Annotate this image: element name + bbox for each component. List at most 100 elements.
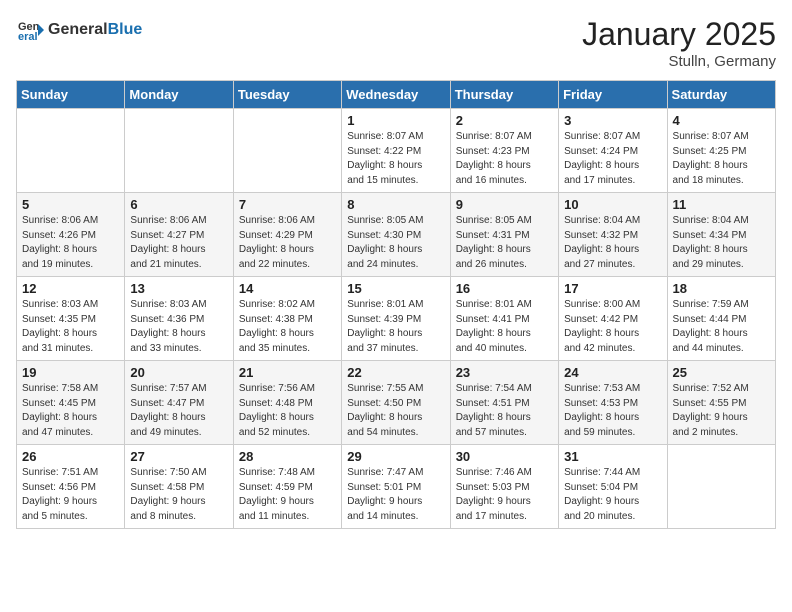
day-number: 11: [673, 197, 770, 212]
day-number: 3: [564, 113, 661, 128]
calendar-cell: 8 Sunrise: 8:05 AM Sunset: 4:30 PM Daylig…: [342, 193, 450, 277]
calendar-cell: 9 Sunrise: 8:05 AM Sunset: 4:31 PM Daylig…: [450, 193, 558, 277]
calendar-cell: 29Sunrise: 7:47 AM Sunset: 5:01 PM Dayli…: [342, 445, 450, 529]
calendar-cell: 5 Sunrise: 8:06 AM Sunset: 4:26 PM Daylig…: [17, 193, 125, 277]
day-header-friday: Friday: [559, 81, 667, 109]
calendar-cell: [233, 109, 341, 193]
calendar-week-2: 5 Sunrise: 8:06 AM Sunset: 4:26 PM Daylig…: [17, 193, 776, 277]
day-info: Sunrise: 7:44 AM Sunset: 5:04 PM Dayligh…: [564, 466, 661, 524]
day-info: Sunrise: 7:59 AM Sunset: 4:44 PM Dayligh…: [673, 298, 770, 356]
day-number: 19: [22, 365, 119, 380]
day-info: Sunrise: 7:52 AM Sunset: 4:55 PM Dayligh…: [673, 382, 770, 440]
day-number: 31: [564, 449, 661, 464]
calendar-cell: [17, 109, 125, 193]
day-info: Sunrise: 8:06 AM Sunset: 4:26 PM Dayligh…: [22, 214, 119, 272]
day-info: Sunrise: 8:03 AM Sunset: 4:35 PM Dayligh…: [22, 298, 119, 356]
calendar-header-row: SundayMondayTuesdayWednesdayThursdayFrid…: [17, 81, 776, 109]
calendar-cell: 1 Sunrise: 8:07 AM Sunset: 4:22 PM Daylig…: [342, 109, 450, 193]
day-number: 7: [239, 197, 336, 212]
logo-general: General: [48, 21, 108, 38]
calendar-cell: 3 Sunrise: 8:07 AM Sunset: 4:24 PM Daylig…: [559, 109, 667, 193]
day-header-sunday: Sunday: [17, 81, 125, 109]
day-number: 26: [22, 449, 119, 464]
calendar-week-5: 26Sunrise: 7:51 AM Sunset: 4:56 PM Dayli…: [17, 445, 776, 529]
calendar-cell: 6Sunrise: 8:06 AM Sunset: 4:27 PM Daylig…: [125, 193, 233, 277]
day-info: Sunrise: 7:57 AM Sunset: 4:47 PM Dayligh…: [130, 382, 227, 440]
day-number: 17: [564, 281, 661, 296]
calendar-cell: 7 Sunrise: 8:06 AM Sunset: 4:29 PM Daylig…: [233, 193, 341, 277]
calendar-cell: 22 Sunrise: 7:55 AM Sunset: 4:50 PM Dayli…: [342, 361, 450, 445]
day-number: 22: [347, 365, 444, 380]
title-block: January 2025 Stulln, Germany: [582, 16, 776, 70]
day-number: 15: [347, 281, 444, 296]
calendar-cell: [667, 445, 775, 529]
month-title: January 2025: [582, 16, 776, 53]
day-header-thursday: Thursday: [450, 81, 558, 109]
calendar-cell: 18Sunrise: 7:59 AM Sunset: 4:44 PM Dayli…: [667, 277, 775, 361]
logo-blue: Blue: [108, 21, 143, 38]
calendar-cell: 26Sunrise: 7:51 AM Sunset: 4:56 PM Dayli…: [17, 445, 125, 529]
day-info: Sunrise: 8:07 AM Sunset: 4:24 PM Dayligh…: [564, 130, 661, 188]
day-number: 14: [239, 281, 336, 296]
day-number: 1: [347, 113, 444, 128]
day-info: Sunrise: 8:03 AM Sunset: 4:36 PM Dayligh…: [130, 298, 227, 356]
calendar-cell: 19 Sunrise: 7:58 AM Sunset: 4:45 PM Dayli…: [17, 361, 125, 445]
day-info: Sunrise: 7:53 AM Sunset: 4:53 PM Dayligh…: [564, 382, 661, 440]
calendar-cell: 14Sunrise: 8:02 AM Sunset: 4:38 PM Dayli…: [233, 277, 341, 361]
day-number: 29: [347, 449, 444, 464]
day-info: Sunrise: 7:50 AM Sunset: 4:58 PM Dayligh…: [130, 466, 227, 524]
day-number: 12: [22, 281, 119, 296]
day-number: 4: [673, 113, 770, 128]
day-info: Sunrise: 8:01 AM Sunset: 4:41 PM Dayligh…: [456, 298, 553, 356]
calendar-cell: 21Sunrise: 7:56 AM Sunset: 4:48 PM Dayli…: [233, 361, 341, 445]
day-number: 8: [347, 197, 444, 212]
day-info: Sunrise: 8:01 AM Sunset: 4:39 PM Dayligh…: [347, 298, 444, 356]
calendar-cell: 16 Sunrise: 8:01 AM Sunset: 4:41 PM Dayli…: [450, 277, 558, 361]
calendar-table: SundayMondayTuesdayWednesdayThursdayFrid…: [16, 80, 776, 529]
calendar-cell: 15 Sunrise: 8:01 AM Sunset: 4:39 PM Dayli…: [342, 277, 450, 361]
day-info: Sunrise: 8:05 AM Sunset: 4:30 PM Dayligh…: [347, 214, 444, 272]
calendar-cell: 17Sunrise: 8:00 AM Sunset: 4:42 PM Dayli…: [559, 277, 667, 361]
calendar-cell: 27 Sunrise: 7:50 AM Sunset: 4:58 PM Dayli…: [125, 445, 233, 529]
day-number: 23: [456, 365, 553, 380]
day-number: 28: [239, 449, 336, 464]
day-info: Sunrise: 8:06 AM Sunset: 4:27 PM Dayligh…: [130, 214, 227, 272]
day-info: Sunrise: 7:58 AM Sunset: 4:45 PM Dayligh…: [22, 382, 119, 440]
calendar-cell: 30 Sunrise: 7:46 AM Sunset: 5:03 PM Dayli…: [450, 445, 558, 529]
calendar-cell: 2Sunrise: 8:07 AM Sunset: 4:23 PM Daylig…: [450, 109, 558, 193]
day-number: 24: [564, 365, 661, 380]
calendar-week-4: 19 Sunrise: 7:58 AM Sunset: 4:45 PM Dayli…: [17, 361, 776, 445]
day-number: 20: [130, 365, 227, 380]
day-number: 21: [239, 365, 336, 380]
day-number: 16: [456, 281, 553, 296]
day-info: Sunrise: 8:05 AM Sunset: 4:31 PM Dayligh…: [456, 214, 553, 272]
calendar-cell: 23 Sunrise: 7:54 AM Sunset: 4:51 PM Dayli…: [450, 361, 558, 445]
day-number: 9: [456, 197, 553, 212]
location: Stulln, Germany: [582, 53, 776, 70]
day-number: 2: [456, 113, 553, 128]
day-info: Sunrise: 8:07 AM Sunset: 4:22 PM Dayligh…: [347, 130, 444, 188]
calendar-cell: 24 Sunrise: 7:53 AM Sunset: 4:53 PM Dayli…: [559, 361, 667, 445]
calendar-cell: [125, 109, 233, 193]
day-header-tuesday: Tuesday: [233, 81, 341, 109]
logo: Gen eral GeneralBlue: [16, 16, 142, 44]
day-header-wednesday: Wednesday: [342, 81, 450, 109]
day-number: 27: [130, 449, 227, 464]
day-info: Sunrise: 7:54 AM Sunset: 4:51 PM Dayligh…: [456, 382, 553, 440]
calendar-cell: 10 Sunrise: 8:04 AM Sunset: 4:32 PM Dayli…: [559, 193, 667, 277]
calendar-cell: 12 Sunrise: 8:03 AM Sunset: 4:35 PM Dayli…: [17, 277, 125, 361]
calendar-week-3: 12 Sunrise: 8:03 AM Sunset: 4:35 PM Dayli…: [17, 277, 776, 361]
day-number: 25: [673, 365, 770, 380]
day-header-saturday: Saturday: [667, 81, 775, 109]
calendar-cell: 20 Sunrise: 7:57 AM Sunset: 4:47 PM Dayli…: [125, 361, 233, 445]
day-number: 10: [564, 197, 661, 212]
day-info: Sunrise: 8:04 AM Sunset: 4:32 PM Dayligh…: [564, 214, 661, 272]
day-number: 30: [456, 449, 553, 464]
day-number: 13: [130, 281, 227, 296]
calendar-cell: 28Sunrise: 7:48 AM Sunset: 4:59 PM Dayli…: [233, 445, 341, 529]
day-info: Sunrise: 7:55 AM Sunset: 4:50 PM Dayligh…: [347, 382, 444, 440]
day-info: Sunrise: 7:46 AM Sunset: 5:03 PM Dayligh…: [456, 466, 553, 524]
calendar-week-1: 1 Sunrise: 8:07 AM Sunset: 4:22 PM Daylig…: [17, 109, 776, 193]
day-info: Sunrise: 8:06 AM Sunset: 4:29 PM Dayligh…: [239, 214, 336, 272]
day-number: 5: [22, 197, 119, 212]
